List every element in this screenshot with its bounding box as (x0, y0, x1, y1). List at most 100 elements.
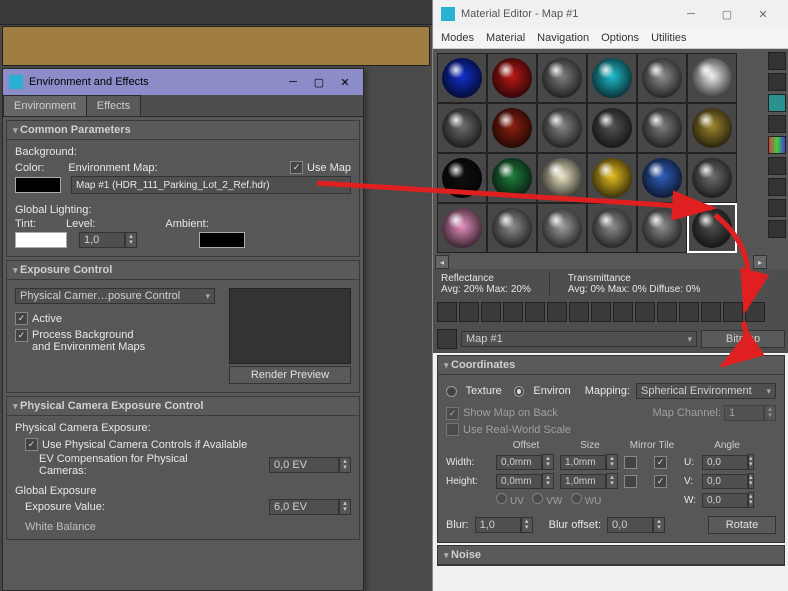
material-slot[interactable] (487, 103, 537, 153)
material-slot[interactable] (687, 53, 737, 103)
maximize-button[interactable]: ▢ (307, 74, 331, 90)
width-size[interactable]: 1,0mm (560, 454, 620, 470)
menu-navigation[interactable]: Navigation (537, 32, 589, 44)
maximize-button[interactable]: ▢ (709, 4, 745, 24)
material-slot[interactable] (487, 153, 537, 203)
tool-icon[interactable] (701, 302, 721, 322)
width-offset[interactable]: 0,0mm (496, 454, 556, 470)
map-name-dropdown[interactable]: Map #1 (461, 331, 697, 347)
material-slot[interactable] (637, 203, 687, 253)
side-tool-icon[interactable] (768, 115, 786, 133)
panel-noise-header[interactable]: Noise (438, 546, 784, 565)
side-tool-icon[interactable] (768, 94, 786, 112)
tool-icon[interactable] (613, 302, 633, 322)
pick-icon[interactable] (437, 329, 457, 349)
tool-icon[interactable] (591, 302, 611, 322)
material-slot[interactable] (437, 153, 487, 203)
tool-icon[interactable] (437, 302, 457, 322)
material-slot[interactable] (687, 203, 737, 253)
side-tool-icon[interactable] (768, 199, 786, 217)
material-slot[interactable] (637, 53, 687, 103)
mapping-dropdown[interactable]: Spherical Environment (636, 383, 776, 399)
scroll-right-icon[interactable]: ▸ (753, 255, 767, 269)
map-channel-spinner[interactable]: 1 (724, 405, 776, 421)
side-tool-icon[interactable] (768, 52, 786, 70)
environment-map-button[interactable]: Map #1 (HDR_111_Parking_Lot_2_Ref.hdr) (71, 176, 351, 194)
blur-offset-spinner[interactable]: 0,0 (607, 517, 665, 533)
texture-radio[interactable] (446, 386, 457, 397)
close-button[interactable]: ✕ (745, 4, 781, 24)
tool-icon[interactable] (569, 302, 589, 322)
material-slot[interactable] (687, 103, 737, 153)
tint-swatch[interactable] (15, 232, 67, 248)
close-button[interactable]: ✕ (333, 74, 357, 90)
height-offset[interactable]: 0,0mm (496, 473, 556, 489)
panel-coords-header[interactable]: Coordinates (438, 356, 784, 375)
tab-effects[interactable]: Effects (86, 95, 141, 116)
material-slot[interactable] (687, 153, 737, 203)
mat-titlebar[interactable]: Material Editor - Map #1 ─ ▢ ✕ (433, 0, 788, 28)
minimize-button[interactable]: ─ (281, 74, 305, 90)
u-angle[interactable]: 0,0 (702, 454, 752, 470)
exposure-value-spinner[interactable]: 6,0 EV (269, 499, 351, 515)
process-bg-checkbox[interactable] (15, 329, 28, 342)
menu-options[interactable]: Options (601, 32, 639, 44)
tool-icon[interactable] (679, 302, 699, 322)
show-map-checkbox[interactable] (446, 407, 459, 420)
scroll-left-icon[interactable]: ◂ (435, 255, 449, 269)
exposure-control-dropdown[interactable]: Physical Camer…posure Control (15, 288, 215, 304)
render-preview-button[interactable]: Render Preview (229, 366, 351, 384)
material-slot[interactable] (587, 103, 637, 153)
use-physical-camera-checkbox[interactable] (25, 438, 38, 451)
material-slot[interactable] (637, 153, 687, 203)
side-tool-icon[interactable] (768, 73, 786, 91)
panel-exposure-header[interactable]: Exposure Control (7, 261, 359, 280)
level-spinner[interactable]: 1,0 (79, 232, 137, 248)
menu-material[interactable]: Material (486, 32, 525, 44)
tool-icon[interactable] (525, 302, 545, 322)
material-slot[interactable] (537, 103, 587, 153)
material-slot[interactable] (437, 203, 487, 253)
panel-common-header[interactable]: Common Parameters (7, 121, 359, 140)
map-type-button[interactable]: Bitmap (701, 330, 785, 348)
tool-icon[interactable] (459, 302, 479, 322)
material-slot[interactable] (637, 103, 687, 153)
panel-physical-header[interactable]: Physical Camera Exposure Control (7, 397, 359, 416)
material-slot[interactable] (537, 153, 587, 203)
menu-modes[interactable]: Modes (441, 32, 474, 44)
material-slot[interactable] (537, 203, 587, 253)
side-tool-icon[interactable] (768, 157, 786, 175)
w-angle[interactable]: 0,0 (702, 492, 752, 508)
use-map-checkbox[interactable] (290, 161, 303, 174)
material-slot[interactable] (437, 53, 487, 103)
ev-comp-spinner[interactable]: 0,0 EV (269, 457, 351, 473)
tool-icon[interactable] (657, 302, 677, 322)
minimize-button[interactable]: ─ (673, 4, 709, 24)
trash-icon[interactable] (503, 302, 523, 322)
material-slot[interactable] (487, 203, 537, 253)
blur-spinner[interactable]: 1,0 (475, 517, 533, 533)
material-slot[interactable] (587, 203, 637, 253)
menu-utilities[interactable]: Utilities (651, 32, 686, 44)
height-size[interactable]: 1,0mm (560, 473, 620, 489)
tool-icon[interactable] (723, 302, 743, 322)
env-titlebar[interactable]: Environment and Effects ─ ▢ ✕ (3, 69, 363, 95)
material-slot[interactable] (587, 53, 637, 103)
tool-icon[interactable] (745, 302, 765, 322)
tool-icon[interactable] (635, 302, 655, 322)
tool-icon[interactable] (481, 302, 501, 322)
rotate-button[interactable]: Rotate (708, 516, 776, 534)
height-tile[interactable] (654, 475, 667, 488)
side-tool-icon[interactable] (768, 136, 786, 154)
tool-icon[interactable] (547, 302, 567, 322)
v-angle[interactable]: 0,0 (702, 473, 752, 489)
material-slot[interactable] (487, 53, 537, 103)
height-mirror[interactable] (624, 475, 637, 488)
width-tile[interactable] (654, 456, 667, 469)
ambient-swatch[interactable] (199, 232, 245, 248)
side-tool-icon[interactable] (768, 178, 786, 196)
background-color-swatch[interactable] (15, 177, 61, 193)
material-slot[interactable] (587, 153, 637, 203)
real-world-checkbox[interactable] (446, 423, 459, 436)
side-tool-icon[interactable] (768, 220, 786, 238)
